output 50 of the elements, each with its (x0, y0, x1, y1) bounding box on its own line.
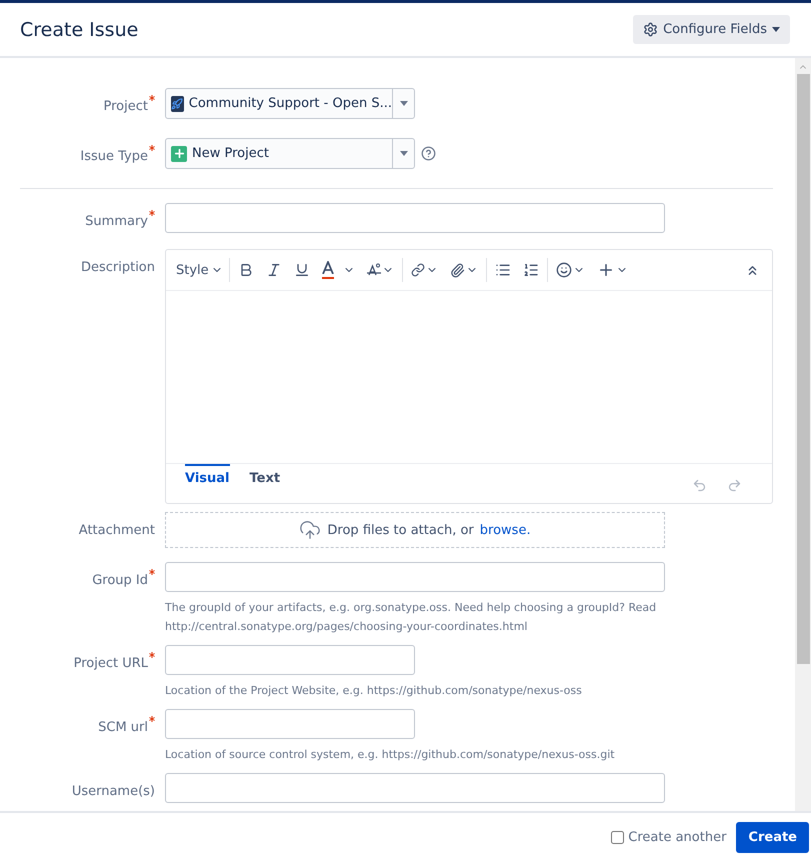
attachment-drop-zone[interactable]: Drop files to attach, or browse. (165, 512, 665, 548)
plus-icon (171, 146, 187, 162)
field-label: Project (104, 99, 148, 114)
field-label: Project URL (74, 656, 148, 671)
field-label: Description (80, 260, 155, 275)
field-label: Username(s) (72, 784, 155, 799)
underline-icon[interactable] (294, 262, 310, 278)
configure-fields-button[interactable]: Configure Fields (633, 15, 790, 44)
numbered-list-icon[interactable] (522, 262, 539, 278)
input-field[interactable] (165, 562, 665, 592)
text-style-icon (366, 263, 381, 277)
input-field[interactable] (165, 203, 665, 233)
field-label: Summary (85, 214, 148, 229)
editor-tab[interactable]: Text (250, 464, 280, 486)
caret-icon (400, 101, 408, 106)
field-hint: The groupId of your artifacts, e.g. org.sonatype.oss. Need help choosing a groupId? Read (165, 600, 658, 616)
attachment-icon (450, 262, 465, 278)
dialog-title: Create Issue (20, 18, 138, 40)
rich-text-editor[interactable]: Style Visual Text (165, 249, 773, 504)
input-field[interactable] (165, 773, 665, 803)
select-field[interactable]: New Project (165, 138, 415, 169)
cloud-upload-icon (299, 519, 322, 541)
create-another-checkbox[interactable] (611, 830, 624, 844)
caret-icon (772, 27, 780, 32)
input-field[interactable] (165, 645, 415, 675)
smiley-icon (556, 262, 572, 278)
rocket-icon (171, 96, 184, 112)
text-color-icon (322, 261, 334, 279)
scrollbar[interactable] (795, 58, 811, 811)
field-hint: Location of source control system, e.g. https://github.com/sonatype/nexus-oss.git (165, 747, 615, 763)
field-label: Attachment (78, 523, 155, 538)
drop-prompt: Drop files to attach, or (327, 522, 474, 538)
browse-link[interactable]: browse. (480, 522, 531, 538)
style-menu[interactable]: Style (172, 262, 227, 278)
gear-icon (643, 22, 658, 37)
bullet-list-icon[interactable] (494, 262, 511, 278)
link-icon (410, 263, 425, 277)
field-label: SCM url (98, 720, 148, 735)
italic-icon[interactable] (266, 262, 282, 278)
caret-icon (400, 151, 408, 156)
create-button[interactable]: Create (736, 822, 809, 852)
select-field[interactable]: Community Support - Open S... (165, 88, 415, 119)
help-icon[interactable] (421, 146, 436, 161)
checkbox-label: Create another (628, 830, 726, 844)
field-label: Issue Type (80, 149, 148, 164)
editor-tab[interactable]: Visual (185, 464, 230, 486)
field-hint: Location of the Project Website, e.g. https://github.com/sonatype/nexus-oss (165, 683, 582, 699)
input-field[interactable] (165, 709, 415, 739)
field-label: Group Id (92, 573, 148, 588)
field-hint: http://central.sonatype.org/pages/choosing-your-coordinates.html (165, 619, 528, 635)
